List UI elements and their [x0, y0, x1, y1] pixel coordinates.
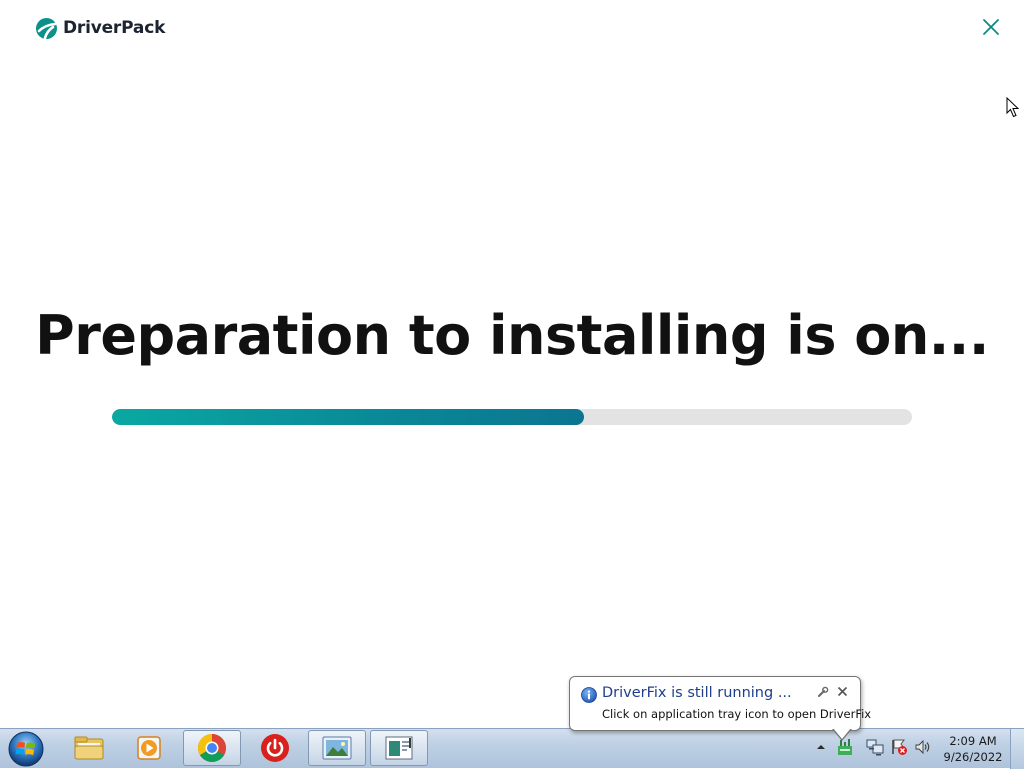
folder-icon — [74, 736, 104, 760]
action-center-icon[interactable] — [890, 738, 908, 756]
taskbar: 2:09 AM 9/26/2022 — [0, 728, 1024, 769]
window-icon — [385, 736, 413, 760]
close-button[interactable] — [978, 14, 1004, 40]
system-clock[interactable]: 2:09 AM 9/26/2022 — [940, 733, 1006, 765]
taskbar-windows-explorer[interactable] — [60, 730, 118, 766]
balloon-tail-inner — [833, 728, 851, 739]
status-headline: Preparation to installing is on... — [35, 304, 989, 367]
show-desktop-button[interactable] — [1010, 729, 1024, 769]
install-progress-fill — [112, 409, 584, 425]
taskbar-image-viewer[interactable] — [308, 730, 366, 766]
media-player-icon — [137, 736, 161, 760]
taskbar-google-chrome[interactable] — [183, 730, 241, 766]
mouse-cursor-icon — [1006, 97, 1020, 118]
network-icon[interactable] — [866, 738, 884, 756]
picture-icon — [322, 736, 352, 760]
driverpack-window: DriverPack Preparation to installing is … — [0, 0, 1024, 728]
notification-title: DriverFix is still running ... — [602, 685, 792, 701]
notification-balloon[interactable]: DriverFix is still running ... Click on … — [569, 676, 871, 741]
clock-date: 9/26/2022 — [943, 750, 1003, 764]
clock-time: 2:09 AM — [949, 734, 997, 748]
driverpack-logo: DriverPack — [36, 16, 165, 40]
start-button[interactable] — [6, 730, 46, 768]
balloon-close-icon[interactable] — [837, 686, 848, 697]
brand-name: DriverPack — [63, 18, 166, 38]
driverpack-logo-icon — [36, 17, 57, 39]
show-hidden-icons-icon[interactable] — [815, 742, 827, 752]
chrome-icon — [198, 734, 226, 762]
install-progress-bar — [112, 409, 912, 425]
wrench-icon[interactable] — [817, 686, 829, 698]
info-icon — [581, 687, 597, 703]
taskbar-media-player[interactable] — [120, 730, 178, 766]
notification-message: Click on application tray icon to open D… — [602, 707, 872, 721]
close-icon — [983, 19, 999, 35]
taskbar-driverpack-window[interactable] — [370, 730, 428, 766]
windows-logo-icon — [8, 731, 44, 767]
volume-icon[interactable] — [914, 738, 932, 756]
power-icon — [261, 734, 289, 762]
taskbar-power-app[interactable] — [246, 730, 304, 766]
